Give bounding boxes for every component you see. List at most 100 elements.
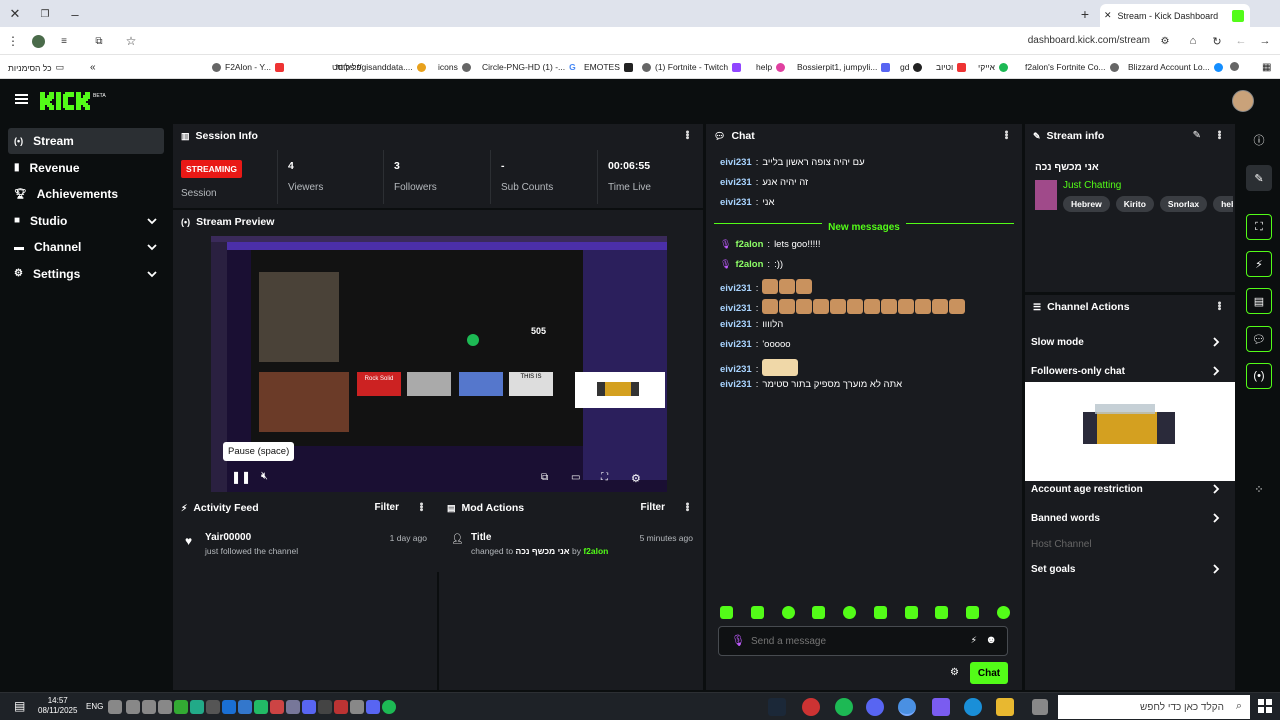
- activity-user[interactable]: Yair00000: [205, 532, 251, 543]
- activity-filter-button[interactable]: Filter: [375, 502, 399, 513]
- channel-actions-menu-icon[interactable]: •••: [1213, 301, 1225, 310]
- spotify-tray-icon[interactable]: [382, 700, 396, 714]
- mod-filter-button[interactable]: Filter: [641, 502, 665, 513]
- bookmark-item[interactable]: אייקי: [978, 62, 1008, 72]
- emote-button[interactable]: [750, 606, 764, 619]
- emote-button[interactable]: [873, 606, 887, 619]
- bookmark-item[interactable]: וטיוב: [936, 62, 967, 72]
- back-icon[interactable]: →: [1256, 32, 1274, 50]
- activity-menu-icon[interactable]: •••: [415, 502, 427, 511]
- notifications-icon[interactable]: ▤: [14, 699, 25, 713]
- emote-picker-icon[interactable]: ⚡︎: [971, 635, 977, 646]
- mod-menu-icon[interactable]: •••: [681, 502, 693, 511]
- chat-menu-icon[interactable]: •••: [1000, 130, 1012, 139]
- close-window-icon[interactable]: ✕: [6, 5, 24, 23]
- edit-stream-icon[interactable]: ✎: [1193, 130, 1201, 141]
- chat-input[interactable]: [751, 633, 951, 649]
- extensions-icon[interactable]: ⧉: [90, 32, 108, 50]
- restore-window-icon[interactable]: ❐: [36, 5, 54, 23]
- obs-taskbar-icon[interactable]: [802, 698, 820, 716]
- network-tray-icon[interactable]: [126, 700, 140, 714]
- user-avatar[interactable]: [1232, 90, 1254, 112]
- video-player[interactable]: Rock Solid THIS IS 505 Pause (space) ❚❚ …: [211, 236, 667, 492]
- collapse-bookmarks-icon[interactable]: «: [90, 62, 96, 73]
- tag[interactable]: hebrew: [1213, 196, 1233, 212]
- new-tab-icon[interactable]: +: [1076, 5, 1094, 23]
- tray-app-icon[interactable]: [286, 700, 300, 714]
- chrome-taskbar-icon[interactable]: [898, 698, 916, 716]
- tray-app-icon[interactable]: [222, 700, 236, 714]
- bookmark-item[interactable]: icons: [438, 62, 471, 72]
- tray-app-icon[interactable]: [318, 700, 332, 714]
- bookmark-star-icon[interactable]: ☆: [122, 32, 140, 50]
- chevron-down-icon[interactable]: [146, 268, 158, 280]
- site-settings-icon[interactable]: ⚙: [1156, 32, 1174, 50]
- tray-app-icon[interactable]: [334, 700, 348, 714]
- sidebar-item-studio[interactable]: ■ Studio: [8, 208, 164, 234]
- chat-settings-icon[interactable]: ⚙: [950, 667, 959, 678]
- bookmark-item[interactable]: (1) Fortnite - Twitch: [642, 62, 742, 72]
- kick-logo[interactable]: BETA: [40, 90, 108, 112]
- explorer-taskbar-icon[interactable]: [996, 698, 1014, 716]
- bookmark-item[interactable]: Circle-PNG-HD (1) -... G: [482, 62, 576, 72]
- chat-send-button[interactable]: Chat: [970, 662, 1008, 684]
- emoji-icon[interactable]: ☻: [985, 634, 997, 646]
- mute-icon[interactable]: 🔇︎: [261, 470, 268, 483]
- language-indicator[interactable]: ENG: [86, 702, 103, 711]
- document-rail-icon[interactable]: ▤: [1246, 288, 1272, 314]
- chevron-down-icon[interactable]: [146, 241, 158, 253]
- tag[interactable]: Kirito: [1115, 196, 1154, 212]
- tray-app-icon[interactable]: [238, 700, 252, 714]
- fullscreen-rail-icon[interactable]: ⛶: [1246, 214, 1272, 240]
- tray-app-icon[interactable]: [350, 700, 364, 714]
- home-icon[interactable]: ⌂: [1184, 32, 1202, 50]
- category-thumbnail[interactable]: [1035, 180, 1057, 210]
- banned-words-action[interactable]: Banned words: [1031, 505, 1221, 531]
- tag[interactable]: Hebrew: [1063, 196, 1110, 212]
- discord-tray-icon[interactable]: [366, 700, 380, 714]
- emote-button[interactable]: [843, 606, 857, 619]
- bookmark-item[interactable]: gd: [900, 62, 923, 72]
- pip-icon[interactable]: ⧉: [541, 472, 548, 483]
- sidebar-item-stream[interactable]: (•) Stream: [8, 128, 164, 154]
- bookmark-item[interactable]: Bossierpit1, jumpyli...: [797, 62, 891, 72]
- start-button[interactable]: [1258, 699, 1272, 713]
- bookmark-item[interactable]: help: [756, 62, 786, 72]
- chat-rail-icon[interactable]: 💬︎: [1246, 326, 1272, 352]
- url-input[interactable]: dashboard.kick.com/stream: [1028, 35, 1150, 46]
- emote-button[interactable]: [935, 606, 949, 619]
- discord-taskbar-icon[interactable]: [866, 698, 884, 716]
- reload-icon[interactable]: ↻: [1208, 32, 1226, 50]
- stream-info-menu-icon[interactable]: •••: [1213, 130, 1225, 139]
- emote-button[interactable]: [966, 606, 980, 619]
- tray-app-icon[interactable]: [206, 700, 220, 714]
- reading-list-icon[interactable]: ≡: [55, 32, 73, 50]
- tray-app-icon[interactable]: [174, 700, 188, 714]
- profile-avatar-icon[interactable]: [32, 35, 45, 48]
- emote-button[interactable]: [996, 606, 1010, 619]
- set-goals-action[interactable]: Set goals: [1031, 556, 1221, 582]
- bolt-rail-icon[interactable]: ⚡︎: [1246, 251, 1272, 277]
- forward-icon[interactable]: ←: [1232, 32, 1250, 50]
- menu-dots-icon[interactable]: ⋮: [4, 32, 22, 50]
- sidebar-item-settings[interactable]: ⚙ Settings: [8, 261, 164, 287]
- category-name[interactable]: Just Chatting: [1063, 180, 1121, 191]
- emote-button[interactable]: [781, 606, 795, 619]
- hamburger-menu-icon[interactable]: [15, 94, 28, 104]
- share-rail-icon[interactable]: ⁘: [1246, 476, 1272, 502]
- search-box[interactable]: הקלד כאן כדי לחפש ⌕: [1058, 695, 1250, 719]
- mic-tray-icon[interactable]: [108, 700, 122, 714]
- copilot-taskbar-icon[interactable]: [932, 698, 950, 716]
- bookmark-item[interactable]: F2Alon - Y...: [212, 62, 284, 72]
- emote-button[interactable]: [812, 606, 826, 619]
- chevron-down-icon[interactable]: [146, 215, 158, 227]
- broadcast-rail-icon[interactable]: (•): [1246, 363, 1272, 389]
- sidebar-item-revenue[interactable]: ▮ Revenue: [8, 155, 164, 181]
- task-view-icon[interactable]: [1032, 699, 1048, 715]
- clock[interactable]: 14:57 08/11/2025: [38, 696, 77, 716]
- bookmark-item[interactable]: EMOTES: [584, 62, 633, 72]
- player-settings-icon[interactable]: ⚙: [631, 472, 641, 485]
- theater-icon[interactable]: ▭: [571, 472, 580, 483]
- apps-grid-icon[interactable]: ▦: [1262, 62, 1271, 73]
- account-age-action[interactable]: Account age restriction: [1031, 476, 1221, 502]
